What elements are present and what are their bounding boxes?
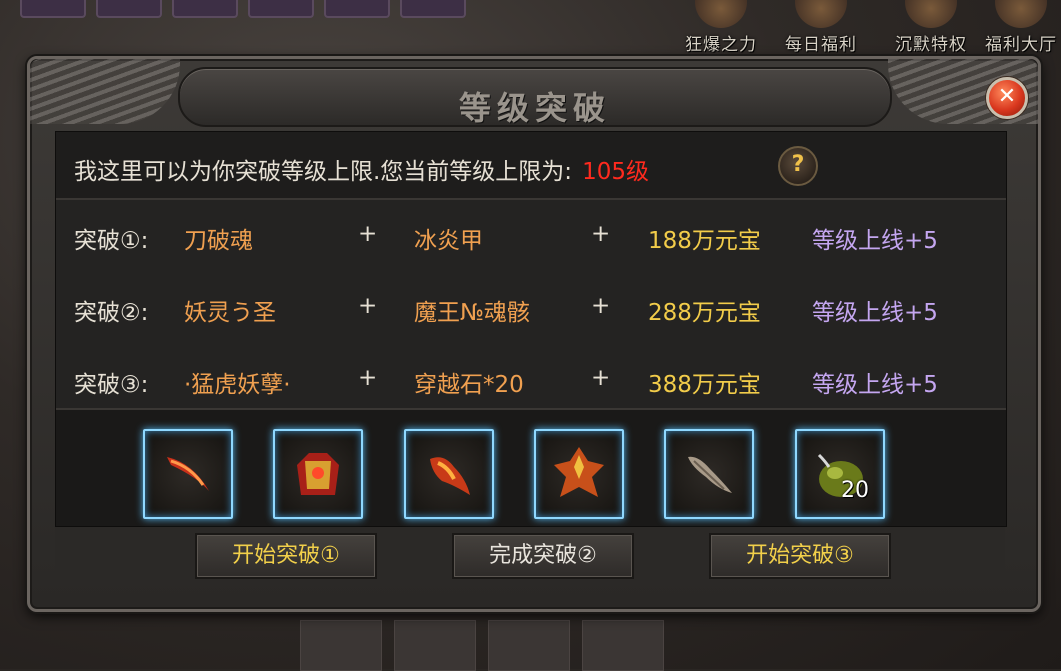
plus-sign: + (591, 365, 611, 391)
help-button[interactable]: ? (778, 146, 818, 186)
current-level-cap: 105级 (582, 159, 649, 185)
recipe-row-1: 突破①: 刀破魂 + 冰炎甲 + 188万元宝 等级上线+5 (56, 216, 1006, 256)
top-skill-bar (20, 0, 466, 18)
skill-slot[interactable] (324, 0, 390, 18)
recipe-row-2: 突破②: 妖灵う圣 + 魔王№魂骸 + 288万元宝 等级上线+5 (56, 288, 1006, 328)
menu-label: 每日福利 (785, 35, 857, 55)
skill-slot[interactable] (248, 0, 314, 18)
recipe-reward: 等级上线+5 (812, 228, 938, 254)
blade-item-icon (167, 457, 209, 491)
item-slot-armor[interactable] (273, 429, 363, 519)
material-slots: 20 (56, 410, 1006, 526)
recipe-item-1: 刀破魂 (184, 228, 253, 254)
armor-item-icon (297, 453, 339, 495)
start-breakthrough-3-button[interactable]: 开始突破③ (709, 533, 891, 579)
info-message: 我这里可以为你突破等级上限.您当前等级上限为: 105级 (74, 152, 649, 186)
skill-slot[interactable] (20, 0, 86, 18)
item-slot-blade[interactable] (143, 429, 233, 519)
skill-slot[interactable] (400, 0, 466, 18)
recipe-item-2: 冰炎甲 (414, 228, 483, 254)
rage-power-icon (695, 0, 747, 28)
skill-slot[interactable] (96, 0, 162, 18)
recipe-list: 突破①: 刀破魂 + 冰炎甲 + 188万元宝 等级上线+5 突破②: 妖灵う圣… (56, 200, 1006, 410)
level-breakthrough-dialog: 等级突破 ✕ 我这里可以为你突破等级上限.您当前等级上限为: 105级 ? 突破①… (27, 56, 1041, 612)
menu-label: 福利大厅 (985, 35, 1057, 55)
question-icon: ? (791, 152, 805, 177)
plus-sign: + (358, 365, 378, 391)
info-text: 我这里可以为你突破等级上限.您当前等级上限为: (74, 159, 573, 185)
menu-rage-power[interactable]: 狂爆之力 (681, 0, 761, 55)
item-slot-fire-claw[interactable] (404, 429, 494, 519)
recipe-label: 突破②: (74, 300, 149, 326)
hotbar-slot[interactable] (394, 620, 476, 671)
plus-sign: + (591, 221, 611, 247)
hotbar-slot[interactable] (300, 620, 382, 671)
menu-label: 沉默特权 (895, 35, 967, 55)
start-breakthrough-1-button[interactable]: 开始突破① (195, 533, 377, 579)
hotbar-slot[interactable] (582, 620, 664, 671)
plus-sign: + (591, 293, 611, 319)
wing-ornament-left (30, 59, 180, 124)
recipe-label: 突破③: (74, 372, 149, 398)
top-activity-menu: 狂爆之力 每日福利 沉默特权 福利大厅 (581, 0, 1061, 55)
daily-welfare-icon (795, 0, 847, 28)
recipe-cost: 288万元宝 (648, 300, 761, 326)
close-button[interactable]: ✕ (986, 77, 1028, 119)
close-icon: ✕ (997, 84, 1017, 109)
hotbar-slot[interactable] (488, 620, 570, 671)
recipe-item-2: 穿越石*20 (414, 372, 524, 398)
item-slot-demon-armor[interactable] (534, 429, 624, 519)
recipe-label: 突破①: (74, 228, 149, 254)
recipe-cost: 188万元宝 (648, 228, 761, 254)
item-slot-bone-relic[interactable] (664, 429, 754, 519)
bone-relic-item-icon (688, 456, 732, 493)
menu-silence-privilege[interactable]: 沉默特权 (891, 0, 971, 55)
skill-slot[interactable] (172, 0, 238, 18)
plus-sign: + (358, 293, 378, 319)
bottom-hotbar (300, 620, 720, 671)
recipe-row-3: 突破③: ·猛虎妖孽· + 穿越石*20 + 388万元宝 等级上线+5 (56, 360, 1006, 400)
demon-armor-item-icon (554, 447, 604, 497)
dialog-title: 等级突破 (458, 89, 611, 127)
welfare-hall-icon (995, 0, 1047, 28)
item-count: 20 (841, 478, 869, 503)
menu-label: 狂爆之力 (685, 35, 757, 55)
recipe-reward: 等级上线+5 (812, 300, 938, 326)
menu-welfare-hall[interactable]: 福利大厅 (981, 0, 1061, 55)
recipe-cost: 388万元宝 (648, 372, 761, 398)
fire-claw-item-icon (430, 457, 470, 495)
plus-sign: + (358, 221, 378, 247)
info-row: 我这里可以为你突破等级上限.您当前等级上限为: 105级 ? (56, 132, 1006, 200)
complete-breakthrough-2-button[interactable]: 完成突破② (452, 533, 634, 579)
content-panel: 我这里可以为你突破等级上限.您当前等级上限为: 105级 ? 突破①: 刀破魂 +… (55, 131, 1007, 527)
title-bar: 等级突破 (178, 67, 892, 127)
recipe-item-1: 妖灵う圣 (184, 300, 276, 326)
recipe-item-2: 魔王№魂骸 (414, 300, 530, 326)
item-slot-travel-stone[interactable]: 20 (795, 429, 885, 519)
recipe-reward: 等级上线+5 (812, 372, 938, 398)
recipe-item-1: ·猛虎妖孽· (184, 372, 291, 398)
silence-privilege-icon (905, 0, 957, 28)
action-bar: 开始突破① 完成突破② 开始突破③ (55, 527, 1005, 579)
menu-daily-welfare[interactable]: 每日福利 (781, 0, 861, 55)
